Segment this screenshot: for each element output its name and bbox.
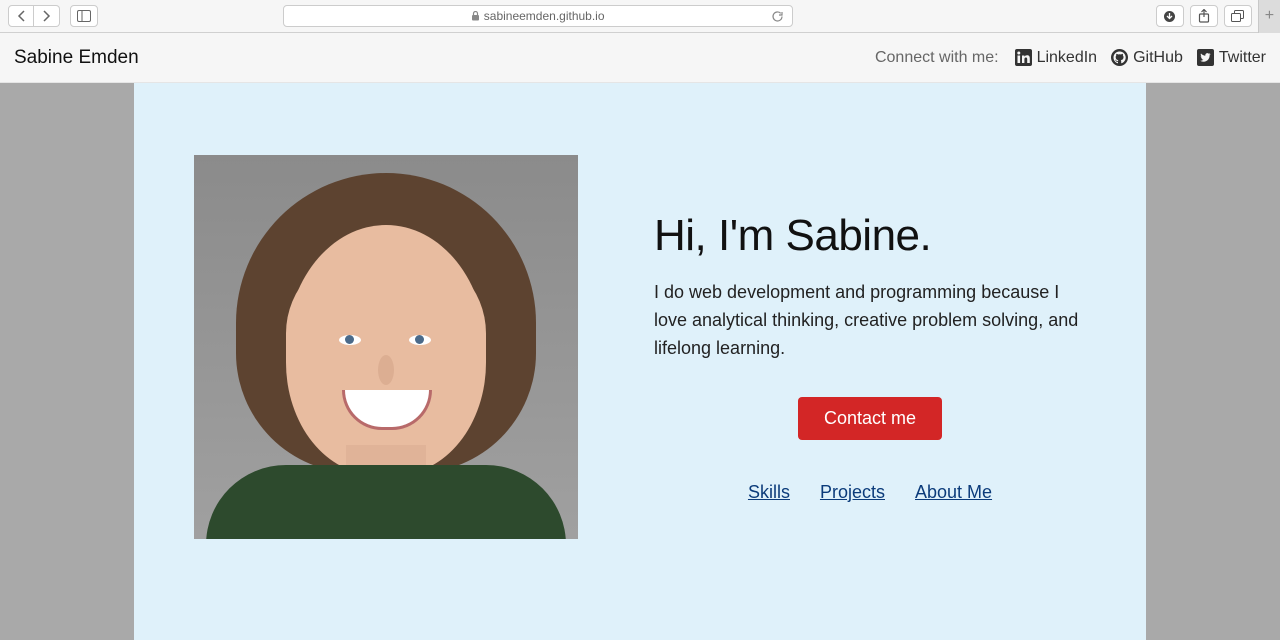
viewport: Hi, I'm Sabine. I do web development and…	[0, 83, 1280, 640]
connect-nav: Connect with me: LinkedIn GitHub Twitter	[875, 49, 1266, 67]
browser-toolbar: sabineemden.github.io +	[0, 0, 1280, 33]
sidebar-toggle-button[interactable]	[70, 5, 98, 27]
back-button[interactable]	[8, 5, 34, 27]
github-icon	[1111, 49, 1128, 66]
linkedin-icon	[1015, 49, 1032, 66]
tabs-button[interactable]	[1224, 5, 1252, 27]
chevron-right-icon	[42, 10, 51, 22]
lock-icon	[471, 11, 480, 21]
social-link-twitter[interactable]: Twitter	[1197, 49, 1266, 67]
connect-label: Connect with me:	[875, 49, 999, 67]
cta-row: Contact me	[654, 397, 1086, 440]
chevron-left-icon	[17, 10, 26, 22]
site-header: Sabine Emden Connect with me: LinkedIn G…	[0, 33, 1280, 83]
nav-link-about[interactable]: About Me	[915, 482, 992, 503]
social-link-github[interactable]: GitHub	[1111, 49, 1183, 67]
portrait-photo	[194, 155, 578, 539]
reload-button[interactable]	[771, 10, 784, 23]
hero-text: Hi, I'm Sabine. I do web development and…	[654, 155, 1086, 503]
tabs-icon	[1231, 10, 1245, 22]
hero-section: Hi, I'm Sabine. I do web development and…	[194, 155, 1086, 539]
hero-title: Hi, I'm Sabine.	[654, 211, 1086, 261]
contact-button[interactable]: Contact me	[798, 397, 942, 440]
share-icon	[1198, 9, 1210, 23]
hero-nav-links: Skills Projects About Me	[654, 482, 1086, 503]
toolbar-right: +	[1156, 0, 1272, 33]
url-text: sabineemden.github.io	[484, 9, 605, 23]
address-bar[interactable]: sabineemden.github.io	[283, 5, 793, 27]
social-label: Twitter	[1219, 49, 1266, 67]
twitter-icon	[1197, 49, 1214, 66]
page-content: Hi, I'm Sabine. I do web development and…	[134, 83, 1146, 640]
nav-button-group	[8, 5, 60, 27]
social-link-linkedin[interactable]: LinkedIn	[1015, 49, 1098, 67]
social-label: LinkedIn	[1037, 49, 1098, 67]
share-button[interactable]	[1190, 5, 1218, 27]
plus-icon: +	[1265, 7, 1274, 25]
reload-icon	[771, 10, 784, 23]
nav-link-projects[interactable]: Projects	[820, 482, 885, 503]
downloads-button[interactable]	[1156, 5, 1184, 27]
social-label: GitHub	[1133, 49, 1183, 67]
new-tab-button[interactable]: +	[1258, 0, 1280, 33]
site-brand[interactable]: Sabine Emden	[14, 47, 139, 69]
forward-button[interactable]	[34, 5, 60, 27]
download-icon	[1163, 10, 1176, 23]
nav-link-skills[interactable]: Skills	[748, 482, 790, 503]
hero-body: I do web development and programming bec…	[654, 279, 1086, 363]
sidebar-icon	[77, 10, 91, 22]
